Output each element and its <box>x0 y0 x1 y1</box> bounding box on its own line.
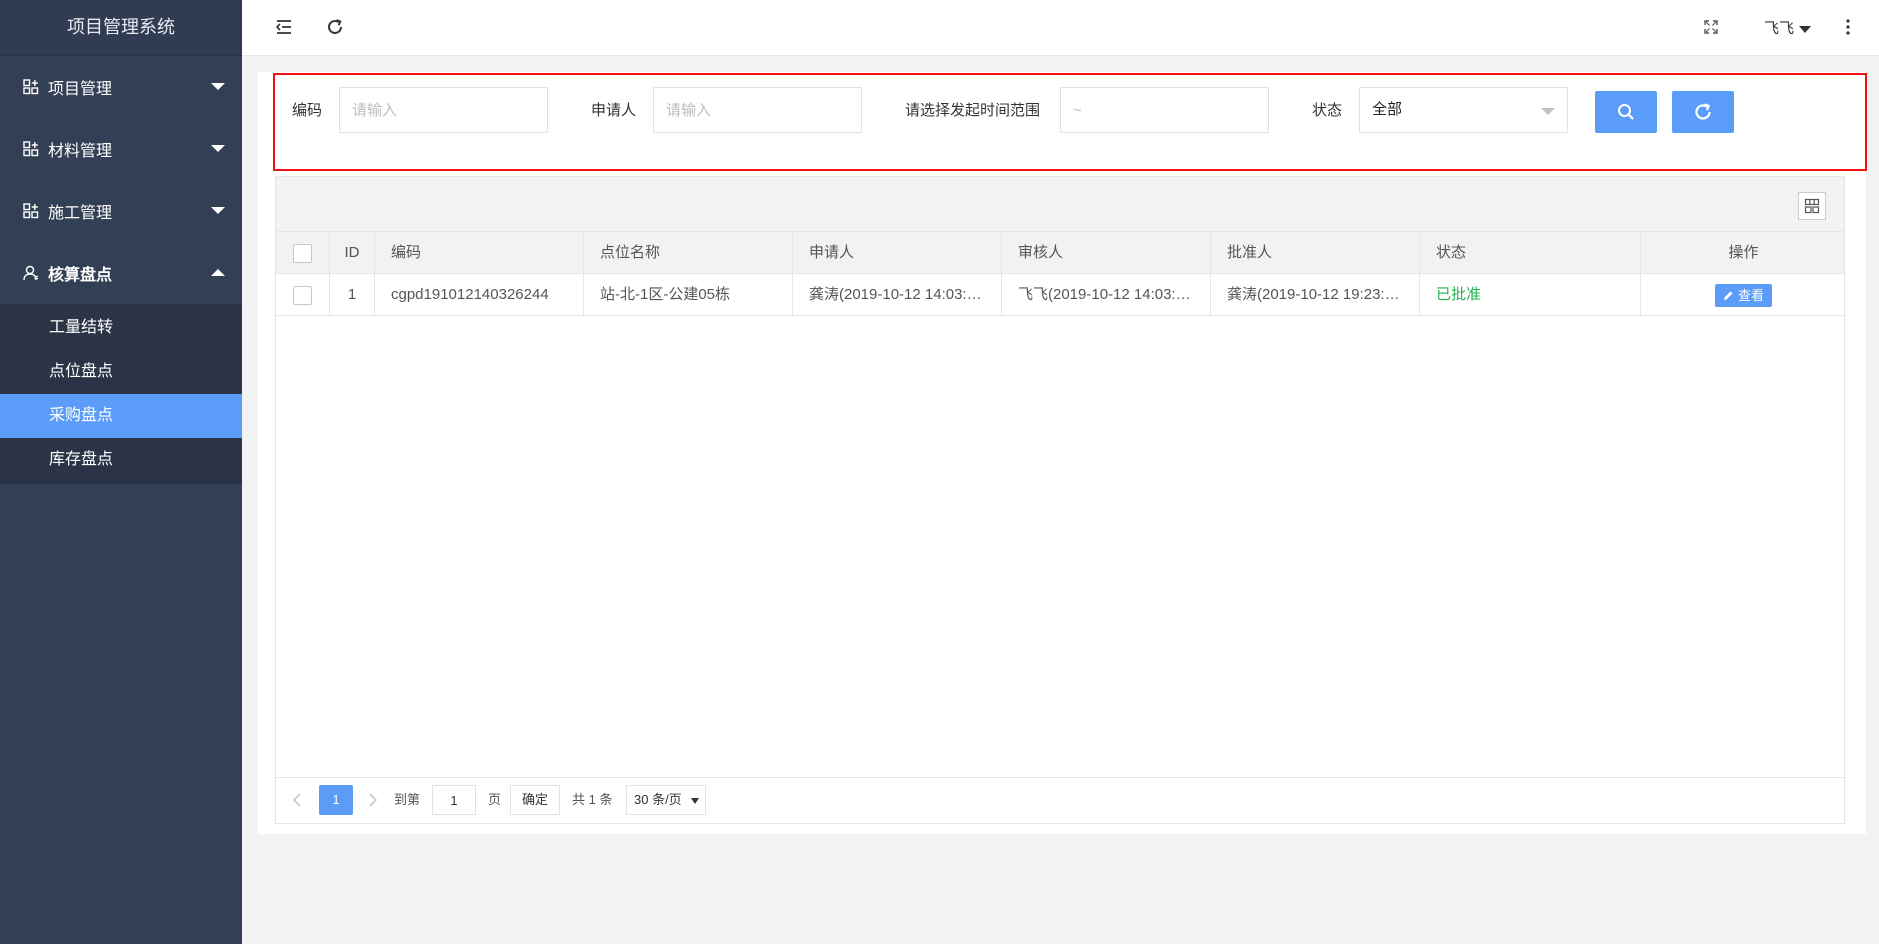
table-header-row: ID 编码 点位名称 申请人 审核人 批准人 状态 操作 <box>276 232 1844 274</box>
reset-button[interactable] <box>1672 91 1734 133</box>
submenu-item-purchase-inventory[interactable]: 采购盘点 <box>0 394 242 438</box>
grid-plus-icon <box>22 78 40 96</box>
status-label: 状态 <box>1312 102 1343 119</box>
grid-plus-icon <box>22 140 40 158</box>
header-reviewer[interactable]: 审核人 <box>1002 232 1211 273</box>
chevron-up-icon <box>211 269 225 276</box>
app-title: 项目管理系统 <box>0 0 242 56</box>
chevron-down-icon <box>211 207 225 214</box>
menu-project-management[interactable]: 项目管理 <box>0 56 242 118</box>
chevron-down-icon <box>1541 108 1555 115</box>
submenu-accounting: 工量结转 点位盘点 采购盘点 库存盘点 <box>0 304 242 484</box>
top-header: 飞飞 <box>242 0 1879 56</box>
chevron-down-icon <box>211 83 225 90</box>
table-row[interactable]: 1 cgpd191012140326244 站-北-1区-公建05栋 龚涛(20… <box>276 274 1844 316</box>
page-current[interactable]: 1 <box>319 785 353 815</box>
menu-label: 核算盘点 <box>48 267 113 284</box>
menu-collapse-icon[interactable] <box>271 14 297 40</box>
status-badge: 已批准 <box>1420 274 1641 315</box>
cell-actions: 查看 <box>1641 274 1846 315</box>
menu-construction-management[interactable]: 施工管理 <box>0 180 242 242</box>
menu-material-management[interactable]: 材料管理 <box>0 118 242 180</box>
date-range-label: 请选择发起时间范围 <box>905 102 1041 119</box>
prev-page-icon[interactable] <box>286 786 308 814</box>
columns-filter-button[interactable] <box>1798 192 1826 220</box>
fullscreen-icon[interactable] <box>1698 14 1724 40</box>
code-input[interactable] <box>339 87 548 133</box>
code-label: 编码 <box>292 102 323 119</box>
columns-icon <box>1804 198 1820 214</box>
cell-applicant: 龚涛(2019-10-12 14:03:26) <box>793 274 1002 315</box>
refresh-icon <box>1695 103 1711 120</box>
caret-down-icon <box>691 798 699 804</box>
user-menu[interactable]: 飞飞 <box>1764 17 1812 38</box>
select-all-cell <box>276 232 330 273</box>
total-count: 共 1 条 <box>572 792 613 807</box>
menu-label: 材料管理 <box>48 143 113 160</box>
header-approver[interactable]: 批准人 <box>1211 232 1420 273</box>
refresh-icon[interactable] <box>322 14 348 40</box>
header-applicant[interactable]: 申请人 <box>793 232 1002 273</box>
pagination: 1 到第 页 确定 共 1 条 30 条/页 <box>276 777 1844 823</box>
cell-location: 站-北-1区-公建05栋 <box>584 274 793 315</box>
submenu-item-stock-inventory[interactable]: 库存盘点 <box>0 438 242 482</box>
page-size-select[interactable]: 30 条/页 <box>626 785 706 815</box>
menu-label: 施工管理 <box>48 205 113 222</box>
grid-plus-icon <box>22 202 40 220</box>
header-code[interactable]: 编码 <box>375 232 584 273</box>
menu-accounting-inventory[interactable]: 核算盘点 <box>0 242 242 304</box>
caret-down-icon <box>1799 25 1812 33</box>
header-actions: 操作 <box>1728 244 1759 261</box>
applicant-input[interactable] <box>653 87 862 133</box>
cell-id: 1 <box>330 274 375 315</box>
edit-icon <box>1723 290 1733 300</box>
header-status[interactable]: 状态 <box>1420 232 1641 273</box>
view-button-label: 查看 <box>1737 287 1764 303</box>
submenu-item-labor-carryover[interactable]: 工量结转 <box>0 306 242 350</box>
more-vertical-icon[interactable] <box>1835 14 1861 40</box>
applicant-label: 申请人 <box>591 102 637 119</box>
chevron-down-icon <box>211 145 225 152</box>
goto-confirm-button[interactable]: 确定 <box>510 785 560 815</box>
page-size-value: 30 条/页 <box>634 792 682 807</box>
date-range-input[interactable] <box>1060 87 1269 133</box>
goto-page-input[interactable] <box>432 785 476 815</box>
menu-label: 项目管理 <box>48 81 113 98</box>
page-unit-label: 页 <box>488 792 502 807</box>
next-page-icon[interactable] <box>362 786 384 814</box>
search-button[interactable] <box>1595 91 1657 133</box>
status-select-value: 全部 <box>1372 101 1403 118</box>
cell-reviewer: 飞飞(2019-10-12 14:03:58) <box>1002 274 1211 315</box>
data-table: ID 编码 点位名称 申请人 审核人 批准人 状态 操作 1 cgpd19101… <box>275 176 1845 824</box>
goto-label: 到第 <box>394 792 421 807</box>
header-location[interactable]: 点位名称 <box>584 232 793 273</box>
sidebar: 项目管理系统 项目管理 材料管理 施工管理 核算盘点 工量结转 点位盘点 采购盘… <box>0 0 242 944</box>
cell-code: cgpd191012140326244 <box>375 274 584 315</box>
table-toolbar <box>276 177 1844 232</box>
cell-approver: 龚涛(2019-10-12 19:23:41) <box>1211 274 1420 315</box>
search-icon <box>1618 104 1634 120</box>
status-select[interactable]: 全部 <box>1359 87 1568 133</box>
row-select-cell <box>276 274 330 315</box>
row-checkbox[interactable] <box>293 285 312 305</box>
user-name: 飞飞 <box>1764 20 1795 37</box>
select-all-checkbox[interactable] <box>293 243 312 263</box>
user-icon <box>22 264 40 282</box>
view-button[interactable]: 查看 <box>1714 283 1772 307</box>
header-id[interactable]: ID <box>330 232 375 273</box>
submenu-item-location-inventory[interactable]: 点位盘点 <box>0 350 242 394</box>
